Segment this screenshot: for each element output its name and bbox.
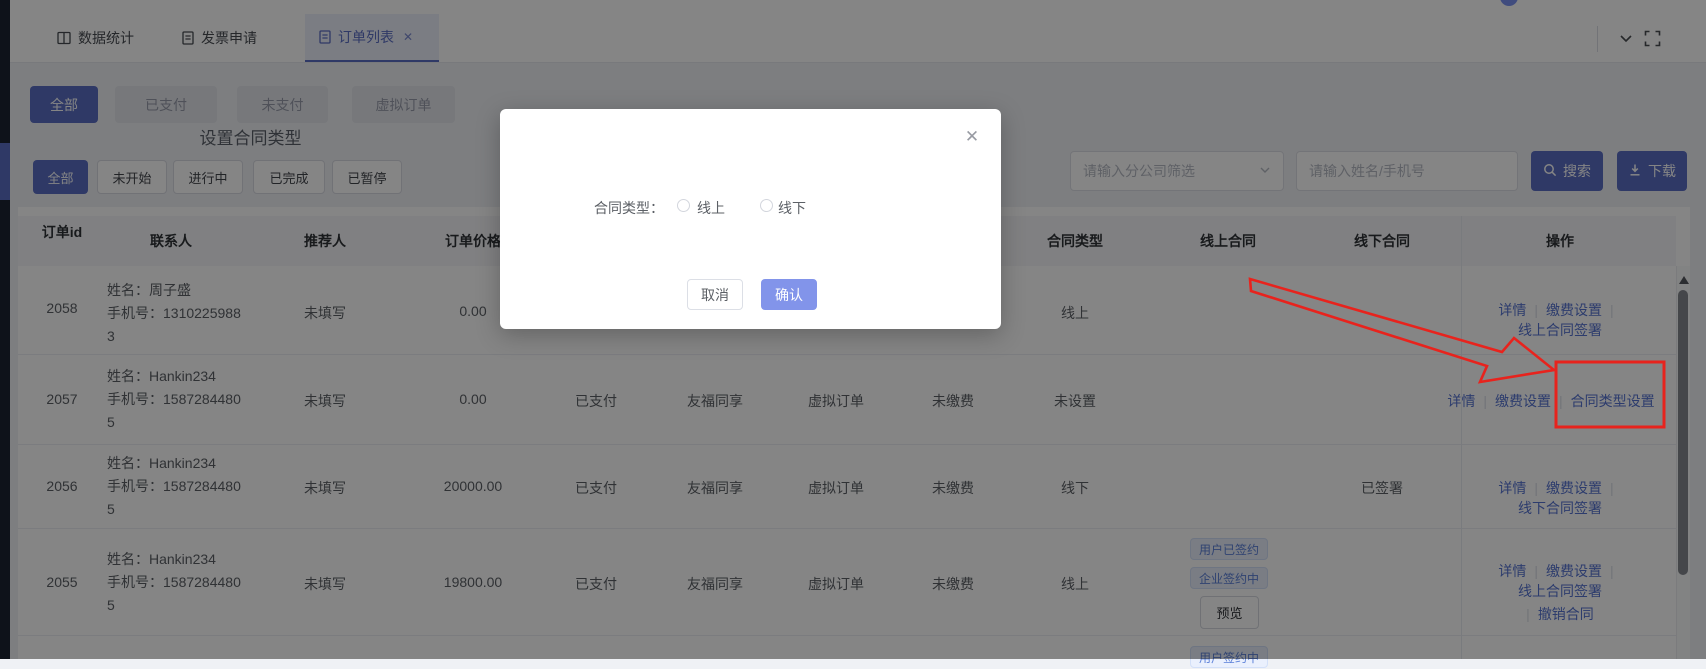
- radio-offline[interactable]: [760, 199, 773, 212]
- confirm-button[interactable]: 确认: [761, 279, 817, 310]
- modal-backdrop[interactable]: [0, 0, 1706, 659]
- cancel-button-label: 取消: [701, 285, 729, 305]
- cancel-button[interactable]: 取消: [687, 279, 743, 310]
- set-contract-type-dialog: [500, 109, 1001, 329]
- dialog-close-icon[interactable]: ✕: [962, 127, 982, 147]
- radio-offline-label[interactable]: 线下: [778, 198, 806, 218]
- order-list-page: { "theme": { "accent": "#5a6ec4", "link_…: [0, 0, 1706, 659]
- radio-online-label[interactable]: 线上: [697, 198, 725, 218]
- confirm-button-label: 确认: [775, 285, 803, 305]
- radio-online[interactable]: [677, 199, 690, 212]
- dialog-title: 设置合同类型: [0, 124, 501, 149]
- contract-type-field-label: 合同类型：: [594, 198, 664, 218]
